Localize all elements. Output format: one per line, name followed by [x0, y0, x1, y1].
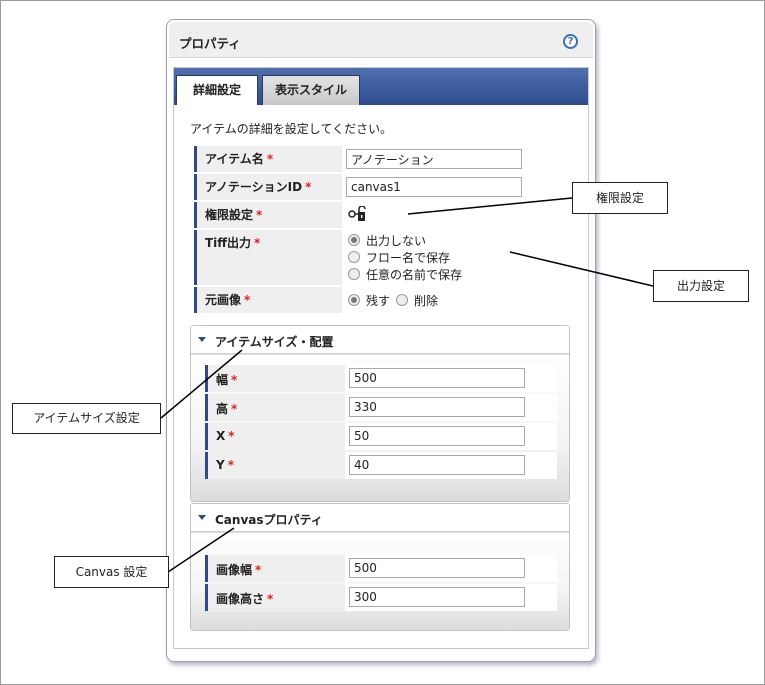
y-label: Y [216, 458, 225, 472]
required-mark: * [254, 236, 261, 250]
required-mark: * [231, 402, 238, 416]
callout-canvas: Canvas 設定 [54, 556, 169, 588]
tiff-no-output-radio[interactable] [348, 234, 360, 246]
original-image-label: 元画像 * [194, 287, 340, 313]
image-height-input[interactable] [349, 587, 525, 607]
item-name-label: アイテム名 * [194, 146, 340, 172]
required-mark: * [231, 373, 238, 387]
canvas-section-header[interactable]: Canvasプロパティ [191, 504, 569, 532]
width-label: 幅 [216, 373, 229, 387]
collapse-triangle-icon[interactable] [198, 515, 206, 520]
image-height-row: 画像高さ * [205, 584, 557, 611]
properties-panel: プロパティ ? 詳細設定 表示スタイル アイテムの詳細を設定してください。 アイ… [166, 19, 596, 662]
canvas-section-title: Canvasプロパティ [215, 513, 323, 527]
image-width-row: 画像幅 * [205, 555, 557, 582]
delete-original-radio[interactable] [396, 294, 408, 306]
tiff-output-label: Tiff出力 * [194, 230, 340, 285]
callout-output: 出力設定 [653, 270, 749, 302]
y-row: Y * [205, 452, 557, 479]
required-mark: * [255, 563, 262, 577]
image-width-label: 画像幅 [216, 563, 253, 577]
x-label: X [216, 429, 226, 443]
permission-label: 権限設定 * [194, 202, 340, 228]
annotation-id-row: アノテーションID * [194, 174, 567, 200]
item-name-row: アイテム名 * [194, 146, 567, 172]
callout-permission: 権限設定 [572, 182, 668, 214]
permission-row: 権限設定 * [194, 202, 567, 228]
help-icon[interactable]: ? [563, 34, 578, 49]
tiff-flow-name-label: フロー名で保存 [366, 251, 451, 265]
tiff-custom-name-label: 任意の名前で保存 [366, 268, 463, 282]
annotation-id-input[interactable] [346, 177, 522, 197]
required-mark: * [227, 458, 234, 472]
item-name-input[interactable] [346, 149, 522, 169]
tab-detail-settings[interactable]: 詳細設定 [176, 75, 258, 105]
original-image-row: 元画像 * 残す 削除 [194, 287, 567, 313]
unlock-icon[interactable] [348, 206, 366, 222]
keep-original-radio[interactable] [348, 294, 360, 306]
required-mark: * [266, 152, 274, 166]
width-row: 幅 * [205, 365, 557, 392]
required-mark: * [267, 592, 274, 606]
required-mark: * [305, 180, 312, 194]
required-mark: * [244, 293, 251, 307]
panel-title: プロパティ [179, 36, 241, 51]
x-input[interactable] [349, 426, 525, 446]
image-width-input[interactable] [349, 558, 525, 578]
keep-original-label: 残す [366, 294, 391, 308]
tiff-no-output-label: 出力しない [366, 234, 427, 248]
panel-header: プロパティ ? [169, 22, 593, 58]
item-size-section-title: アイテムサイズ・配置 [215, 335, 334, 349]
y-input[interactable] [349, 455, 525, 475]
height-label: 高 [216, 402, 229, 416]
tiff-flow-name-radio[interactable] [348, 251, 360, 263]
delete-original-label: 削除 [414, 294, 439, 308]
tiff-custom-name-radio[interactable] [348, 268, 360, 280]
collapse-triangle-icon[interactable] [198, 337, 206, 342]
canvas-section: Canvasプロパティ 画像幅* 画像高さ* [190, 503, 570, 631]
description-text: アイテムの詳細を設定してください。 [190, 122, 393, 136]
panel-content: 詳細設定 表示スタイル アイテムの詳細を設定してください。 アイテム名 * アノテ… [173, 67, 589, 649]
x-row: X * [205, 423, 557, 450]
required-mark: * [256, 208, 263, 222]
tab-display-style[interactable]: 表示スタイル [262, 75, 360, 105]
image-height-label: 画像高さ [216, 592, 265, 606]
tab-bar: 詳細設定 表示スタイル [174, 68, 588, 105]
height-input[interactable] [349, 397, 525, 417]
width-input[interactable] [349, 368, 525, 388]
tiff-output-row: Tiff出力 * 出力しない フロー名で保存 任意の名前で保存 [194, 230, 567, 285]
required-mark: * [228, 429, 235, 443]
height-row: 高 * [205, 394, 557, 421]
annotation-id-label: アノテーションID * [194, 174, 340, 200]
callout-item-size: アイテムサイズ設定 [12, 403, 161, 434]
item-size-section-header[interactable]: アイテムサイズ・配置 [191, 326, 569, 354]
item-size-section: アイテムサイズ・配置 幅* 高* X* Y* [190, 325, 570, 502]
